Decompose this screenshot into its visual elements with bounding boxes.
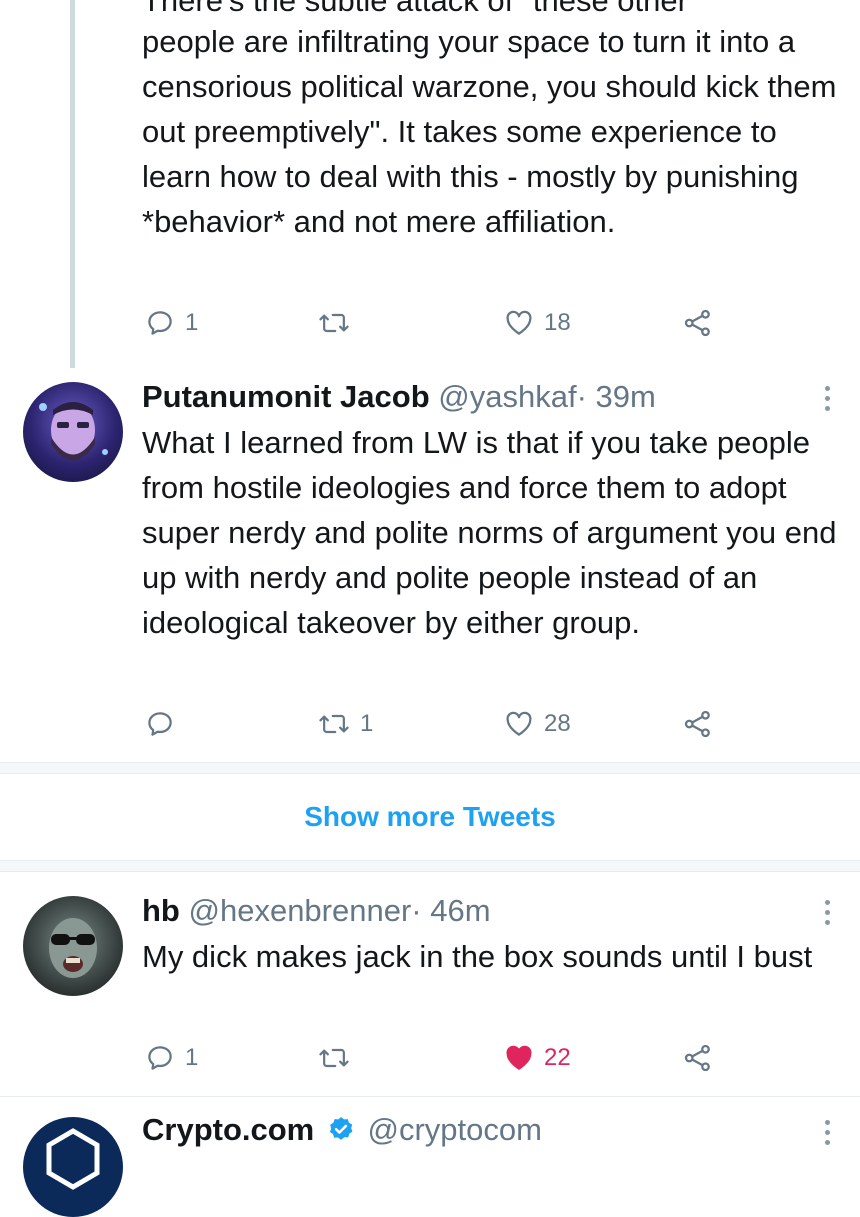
tweet-divider — [0, 1096, 860, 1097]
verified-badge-icon — [327, 1113, 355, 1153]
share-button[interactable] — [683, 1038, 713, 1078]
avatar-portrait — [39, 402, 108, 461]
tweet-header: Putanumonit Jacob @yashkaf· 39m — [142, 377, 656, 417]
tweet-timestamp[interactable]: · 46m — [411, 893, 490, 928]
reply-icon — [145, 308, 175, 338]
reply-button[interactable]: 1 — [145, 1038, 198, 1078]
author-handle[interactable]: @yashkaf — [438, 379, 576, 414]
reply-button[interactable] — [145, 704, 185, 744]
more-vertical-icon[interactable] — [818, 1120, 836, 1150]
reply-count: 1 — [185, 309, 199, 336]
retweet-count: 1 — [360, 710, 374, 737]
like-button[interactable]: 22 — [504, 1038, 571, 1078]
like-button[interactable]: 28 — [504, 704, 571, 744]
share-icon — [683, 709, 713, 739]
tweet-timestamp[interactable]: · 39m — [577, 379, 656, 414]
retweet-icon — [318, 1043, 350, 1073]
avatar-portrait — [49, 918, 97, 978]
tweet-header: hb @hexenbrenner· 46m — [142, 891, 491, 931]
avatar[interactable] — [23, 896, 123, 996]
tweet-text: What I learned from LW is that if you ta… — [142, 425, 837, 640]
retweet-button[interactable] — [318, 1038, 360, 1078]
share-icon — [683, 308, 713, 338]
share-button[interactable] — [683, 303, 713, 343]
reply-button[interactable]: 1 — [145, 303, 198, 343]
retweet-icon — [318, 308, 350, 338]
like-button[interactable]: 18 — [504, 303, 571, 343]
avatar[interactable] — [23, 382, 123, 482]
more-vertical-icon[interactable] — [818, 386, 836, 416]
thread-connector-line — [70, 0, 75, 368]
avatar[interactable] — [23, 1117, 123, 1217]
author-name[interactable]: Putanumonit Jacob — [142, 379, 430, 414]
tweet-text: My dick makes jack in the box sounds unt… — [142, 939, 813, 974]
author-handle[interactable]: @hexenbrenner — [189, 893, 412, 928]
reply-count: 1 — [185, 1044, 199, 1071]
retweet-icon — [318, 709, 350, 739]
like-count: 18 — [544, 309, 571, 336]
heart-icon — [504, 709, 534, 739]
heart-icon — [504, 1043, 534, 1073]
share-icon — [683, 1043, 713, 1073]
like-count: 28 — [544, 710, 571, 737]
author-name[interactable]: hb — [142, 893, 180, 928]
section-divider — [0, 860, 860, 872]
retweet-button[interactable]: 1 — [318, 704, 373, 744]
heart-icon — [504, 308, 534, 338]
crypto-logo-icon — [46, 1128, 100, 1190]
reply-icon — [145, 1043, 175, 1073]
like-count: 22 — [544, 1044, 571, 1071]
reply-icon — [145, 709, 175, 739]
retweet-button[interactable] — [318, 303, 360, 343]
show-more-tweets-link[interactable]: Show more Tweets — [0, 772, 860, 862]
tweet-header: Crypto.com @cryptocom — [142, 1110, 542, 1153]
tweet-text: people are infiltrating your space to tu… — [142, 19, 842, 289]
share-button[interactable] — [683, 704, 713, 744]
more-vertical-icon[interactable] — [818, 900, 836, 930]
